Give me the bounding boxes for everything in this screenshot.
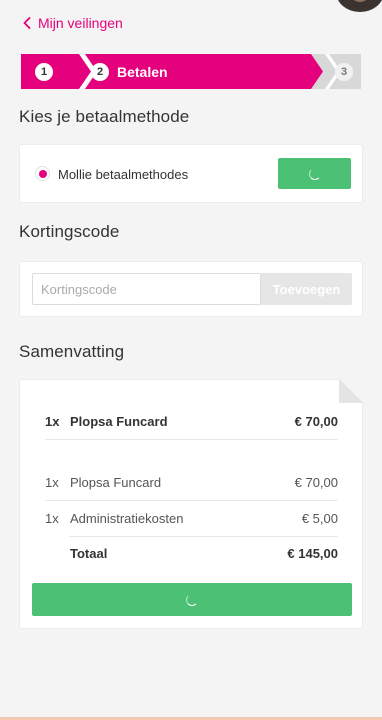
item-name: Administratiekosten	[70, 511, 184, 526]
step-3-number: 3	[335, 63, 353, 81]
payment-method-title: Kies je betaalmethode	[19, 107, 190, 126]
item-name: Plopsa Funcard	[70, 414, 168, 429]
divider	[69, 536, 338, 537]
coupon-title: Kortingscode	[19, 222, 120, 241]
item-quantity: 1x	[45, 414, 60, 429]
summary-header-row: 1x Plopsa Funcard € 70,00	[45, 414, 338, 429]
divider	[45, 439, 338, 440]
summary-line-item: 1x Plopsa Funcard € 70,00	[45, 475, 338, 490]
coupon-input[interactable]	[32, 273, 261, 305]
payment-method-button[interactable]	[278, 158, 351, 189]
summary-total-row: Totaal € 145,00	[45, 546, 338, 561]
pay-button[interactable]	[32, 583, 352, 616]
summary-line-item: 1x Administratiekosten € 5,00	[45, 511, 338, 526]
back-link-label: Mijn veilingen	[38, 15, 123, 31]
total-value: € 145,00	[287, 546, 338, 561]
step-2-number: 2	[91, 63, 109, 81]
step-2-label: Betalen	[117, 64, 168, 80]
summary-title: Samenvatting	[19, 342, 125, 361]
step-1-number: 1	[35, 63, 53, 81]
item-price: € 70,00	[294, 475, 338, 490]
item-price: € 70,00	[294, 414, 338, 429]
item-quantity: 1x	[45, 511, 59, 526]
payment-method-radio[interactable]	[35, 166, 50, 181]
loading-spinner-icon	[186, 593, 198, 606]
back-link[interactable]: Mijn veilingen	[23, 15, 123, 31]
payment-method-card: Mollie betaalmethodes	[19, 144, 363, 203]
page-fold-decoration	[339, 379, 363, 403]
loading-spinner-icon	[308, 167, 321, 180]
divider	[45, 500, 338, 501]
checkout-stepper: 1 2 Betalen 3	[21, 54, 361, 89]
item-price: € 5,00	[301, 511, 338, 526]
total-label: Totaal	[70, 546, 108, 561]
coupon-card: Toevoegen	[19, 261, 363, 317]
add-coupon-button[interactable]: Toevoegen	[261, 273, 352, 305]
chevron-left-icon	[23, 17, 31, 29]
item-quantity: 1x	[45, 475, 59, 490]
summary-card: 1x Plopsa Funcard € 70,00 1x Plopsa Func…	[19, 379, 363, 629]
item-name: Plopsa Funcard	[70, 475, 162, 490]
payment-method-label: Mollie betaalmethodes	[58, 167, 189, 182]
avatar[interactable]	[336, 0, 382, 12]
step-1-background[interactable]	[21, 54, 93, 89]
